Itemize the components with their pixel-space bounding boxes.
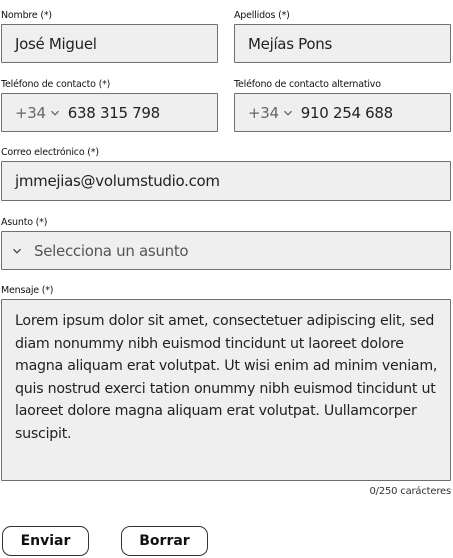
asunto-placeholder: Selecciona un asunto — [34, 241, 189, 260]
enviar-button[interactable]: Enviar — [2, 526, 89, 556]
apellidos-field[interactable]: Mejías Pons — [234, 24, 451, 63]
apellidos-label: Apellidos (*) — [234, 10, 290, 21]
correo-label: Correo electrónico (*) — [1, 147, 99, 158]
apellidos-value: Mejías Pons — [248, 34, 332, 53]
telefono-field[interactable]: +34 638 315 798 — [1, 93, 218, 132]
country-code-alt-value: +34 — [248, 103, 279, 122]
chevron-down-icon — [50, 110, 59, 116]
telefono-value: 638 315 798 — [67, 103, 160, 122]
telefono-alt-value: 910 254 688 — [300, 103, 393, 122]
telefono-alt-field[interactable]: +34 910 254 688 — [234, 93, 451, 132]
telefono-label: Teléfono de contacto (*) — [1, 79, 111, 90]
country-code-select[interactable]: +34 — [15, 104, 60, 122]
asunto-select[interactable]: Selecciona un asunto — [1, 231, 451, 270]
chevron-down-icon — [13, 248, 21, 254]
mensaje-label: Mensaje (*) — [1, 285, 54, 296]
nombre-value: José Miguel — [15, 34, 97, 53]
character-counter: 0/250 carácteres — [369, 486, 452, 497]
chevron-down-icon — [283, 110, 292, 116]
nombre-field[interactable]: José Miguel — [1, 24, 218, 63]
country-code-value: +34 — [15, 103, 46, 122]
country-code-alt-select[interactable]: +34 — [248, 104, 293, 122]
correo-field[interactable]: jmmejias@volumstudio.com — [1, 161, 451, 201]
borrar-button[interactable]: Borrar — [121, 526, 208, 556]
nombre-label: Nombre (*) — [1, 10, 52, 21]
correo-value: jmmejias@volumstudio.com — [15, 172, 220, 190]
mensaje-textarea[interactable]: Lorem ipsum dolor sit amet, consectetuer… — [1, 299, 451, 481]
asunto-label: Asunto (*) — [1, 217, 48, 228]
telefono-alt-label: Teléfono de contacto alternativo — [234, 79, 381, 90]
